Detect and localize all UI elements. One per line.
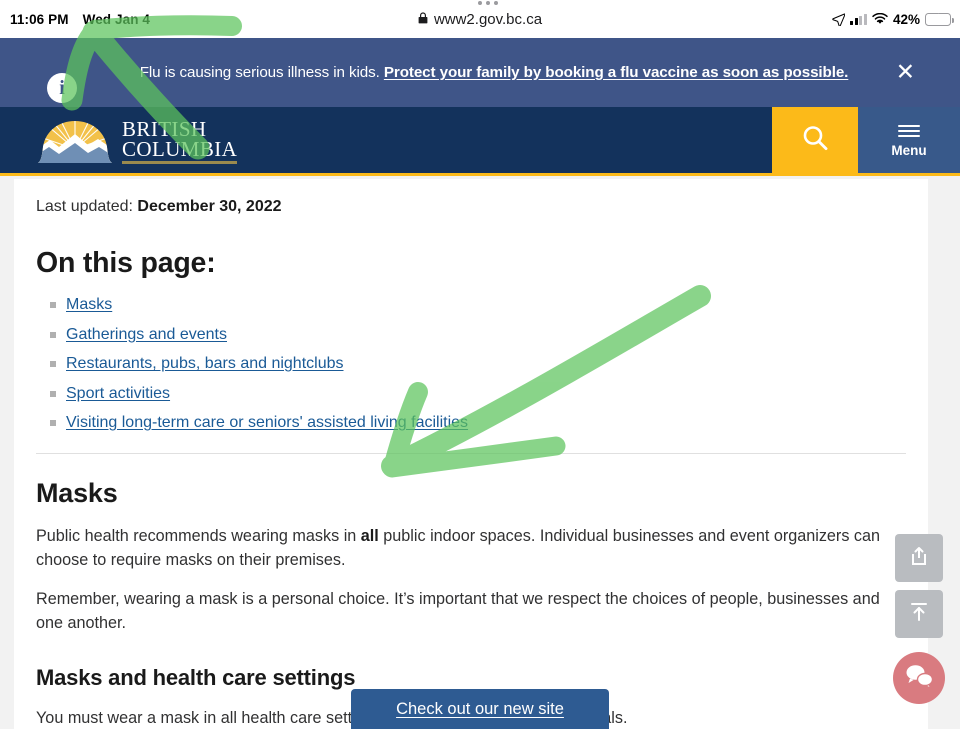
masks-p1-part-a: Public health recommends wearing masks i… — [36, 527, 361, 545]
bc-wordmark-rule — [122, 161, 238, 164]
scroll-to-top-button[interactable] — [895, 590, 943, 638]
close-icon[interactable]: ✕ — [896, 61, 915, 84]
status-bar-right: 42% — [832, 0, 954, 38]
bc-wordmark-line1: BRITISH — [122, 117, 207, 141]
bc-wordmark-line2: COLUMBIA — [122, 137, 238, 162]
share-button[interactable] — [895, 534, 943, 582]
toc-link-long-term-care[interactable]: Visiting long-term care or seniors' assi… — [66, 414, 468, 431]
health-care-heading: Masks and health care settings — [36, 665, 356, 690]
on-this-page-list: Masks Gatherings and events Restaurants,… — [36, 294, 906, 433]
page-content: Last updated: December 30, 2022 On this … — [14, 179, 928, 729]
last-updated-label: Last updated: — [36, 198, 133, 215]
cellular-signal-icon — [850, 13, 867, 25]
bc-sun-mountain-icon — [36, 119, 114, 165]
alert-banner-message: Flu is causing serious illness in kids. — [139, 64, 384, 81]
location-arrow-icon — [832, 12, 846, 27]
page-scroll-area[interactable]: Last updated: December 30, 2022 On this … — [0, 179, 960, 729]
flu-vaccine-link[interactable]: Protect your family by booking a flu vac… — [384, 64, 849, 81]
last-updated: Last updated: December 30, 2022 — [36, 195, 906, 219]
search-icon — [800, 123, 830, 158]
floating-action-buttons — [893, 534, 945, 704]
masks-p1-emphasis: all — [360, 527, 379, 545]
new-site-cta-button[interactable]: Check out our new site — [351, 689, 609, 729]
list-item: Gatherings and events — [36, 324, 906, 345]
address-bar-url-wrap: www2.gov.bc.ca — [433, 0, 543, 28]
section-divider — [36, 453, 906, 454]
masks-heading: Masks — [36, 478, 118, 508]
battery-charging-icon — [925, 12, 954, 26]
address-bar-url: www2.gov.bc.ca — [433, 10, 543, 28]
list-item: Visiting long-term care or seniors' assi… — [36, 412, 906, 433]
last-updated-date: December 30, 2022 — [137, 198, 282, 215]
battery-percent-label: 42% — [892, 11, 920, 27]
lock-icon — [418, 11, 428, 27]
page-title: On this page: — [36, 247, 216, 279]
alert-banner-text: Flu is causing serious illness in kids. … — [123, 61, 865, 84]
share-icon — [907, 544, 931, 573]
new-site-cta-label: Check out our new site — [396, 699, 564, 718]
search-button[interactable] — [772, 107, 858, 173]
bc-wordmark: BRITISH COLUMBIA — [122, 117, 238, 166]
toc-link-gatherings[interactable]: Gatherings and events — [66, 326, 227, 343]
list-item: Restaurants, pubs, bars and nightclubs — [36, 353, 906, 374]
chat-bubbles-icon — [904, 663, 934, 694]
scroll-to-top-icon — [907, 600, 931, 629]
menu-button-label: Menu — [891, 143, 927, 159]
screen-root: 11:06 PM Wed Jan 4 www2.gov.bc.ca 42% i … — [0, 0, 960, 729]
wifi-icon — [872, 12, 888, 25]
masks-paragraph-1: Public health recommends wearing masks i… — [36, 525, 906, 572]
masks-paragraph-2: Remember, wearing a mask is a personal c… — [36, 590, 880, 632]
browser-address-bar[interactable]: www2.gov.bc.ca — [0, 0, 960, 38]
bc-gov-header: BRITISH COLUMBIA Menu — [0, 107, 960, 176]
toc-link-restaurants[interactable]: Restaurants, pubs, bars and nightclubs — [66, 355, 344, 372]
page-sheet: Last updated: December 30, 2022 On this … — [14, 179, 928, 729]
menu-button[interactable]: Menu — [858, 107, 960, 173]
toc-link-masks[interactable]: Masks — [66, 296, 112, 313]
list-item: Masks — [36, 294, 906, 315]
toc-link-sport[interactable]: Sport activities — [66, 385, 170, 402]
chat-button[interactable] — [893, 652, 945, 704]
tab-overview-dots-icon — [477, 0, 498, 5]
list-item: Sport activities — [36, 383, 906, 404]
info-circle-icon: i — [47, 73, 77, 103]
bc-logo[interactable]: BRITISH COLUMBIA — [36, 117, 238, 166]
hamburger-icon — [898, 122, 920, 141]
flu-alert-banner: i Flu is causing serious illness in kids… — [0, 38, 960, 107]
ios-status-bar: 11:06 PM Wed Jan 4 www2.gov.bc.ca 42% — [0, 0, 960, 38]
